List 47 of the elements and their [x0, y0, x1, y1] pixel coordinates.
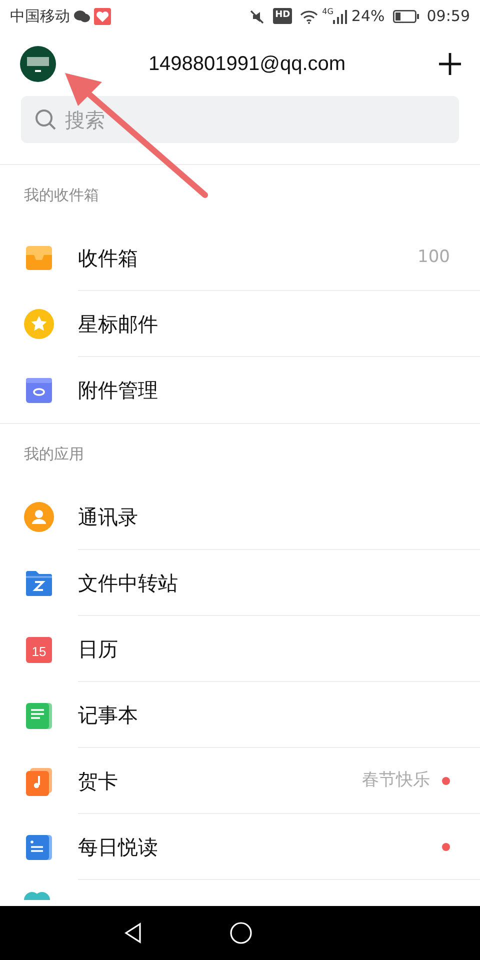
chat-icon: [74, 10, 90, 24]
menu-item-label: 附件管理: [78, 377, 159, 404]
wifi-icon: [300, 10, 318, 24]
menu-item[interactable]: 星标邮件: [0, 291, 480, 357]
mute-icon: [249, 8, 266, 25]
menu-item-label: 星标邮件: [78, 310, 159, 338]
section-header: 我的应用: [24, 444, 84, 465]
item-count: 100: [418, 246, 450, 269]
note-icon: [24, 700, 54, 730]
menu-item[interactable]: 贺卡 春节快乐: [0, 748, 480, 814]
contact-icon: [24, 502, 54, 532]
search-icon: [35, 108, 57, 130]
menu-item[interactable]: 记事本: [0, 682, 480, 748]
menu-item-label: 每日悦读: [78, 834, 159, 860]
inbox-tray-icon: [24, 243, 54, 273]
account-email[interactable]: 1498801991@qq.com: [56, 49, 438, 79]
carrier-name: 中国移动: [10, 6, 70, 27]
menu-item[interactable]: 15 日历: [0, 616, 480, 682]
back-button[interactable]: [124, 922, 142, 944]
battery-icon: [392, 10, 419, 24]
menu-item[interactable]: 文件中转站: [0, 550, 480, 616]
hd-badge: HD: [273, 8, 292, 24]
clock: 09:59: [426, 6, 470, 27]
menu-item-label: 日历: [78, 636, 119, 662]
menu-item-label: 收件箱: [78, 244, 139, 272]
menu-item[interactable]: 附件管理: [0, 357, 480, 423]
menu-item-label: 记事本: [78, 702, 139, 728]
menu-item[interactable]: 通讯录: [0, 484, 480, 550]
menu-item-label: 贺卡: [78, 768, 119, 794]
folder-link-icon: [24, 375, 54, 405]
signal-icon: [333, 10, 348, 24]
calendar-icon: 15: [24, 634, 54, 664]
document-icon: [24, 832, 54, 862]
add-icon[interactable]: [438, 52, 462, 76]
heart-app-icon: [94, 8, 111, 26]
menu-item-label: 通讯录: [78, 504, 139, 530]
menu-item[interactable]: 每日悦读: [0, 814, 480, 880]
item-note: 春节快乐: [362, 768, 430, 792]
avatar[interactable]: [20, 46, 56, 82]
home-button[interactable]: [230, 922, 252, 944]
section-header: 我的收件箱: [24, 184, 99, 206]
menu-item[interactable]: 收件箱 100: [0, 225, 480, 291]
music-note-icon: [24, 766, 54, 796]
folder-icon: [24, 568, 54, 598]
network-type: 4G: [322, 6, 334, 18]
battery-percent: 24%: [351, 6, 385, 27]
menu-item-label: 文件中转站: [78, 570, 179, 596]
